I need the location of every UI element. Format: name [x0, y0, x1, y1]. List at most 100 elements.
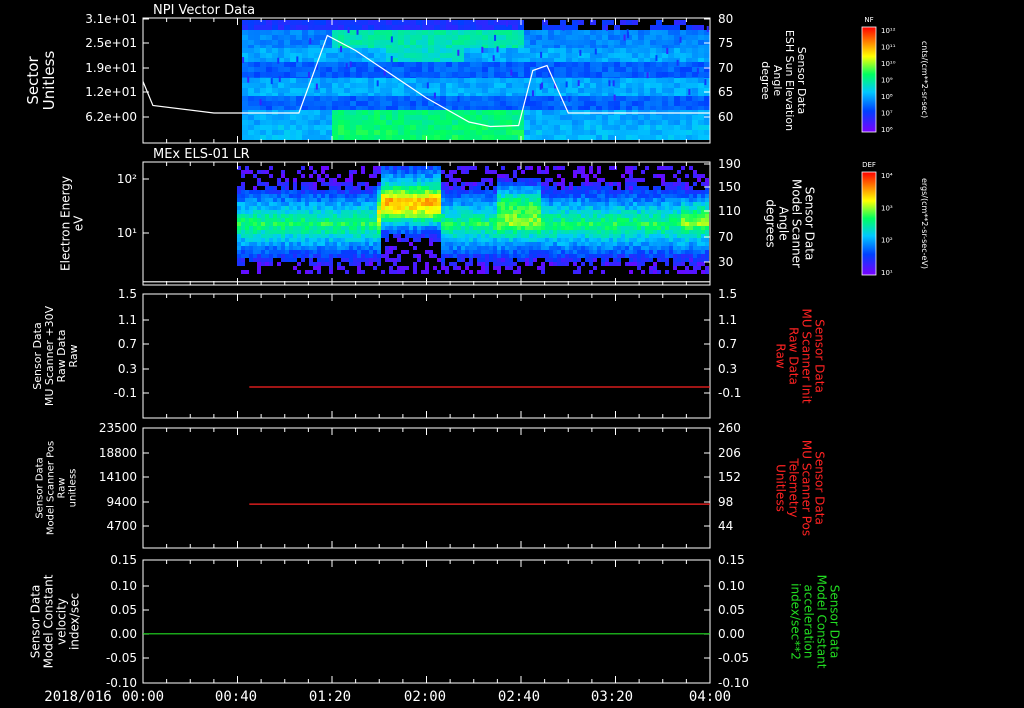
heatmap-cell [265, 190, 269, 194]
heatmap-cell [469, 218, 473, 222]
heatmap-cell [621, 230, 625, 234]
heatmap-cell [584, 48, 590, 53]
heatmap-cell [381, 254, 385, 258]
heatmap-cell [632, 35, 638, 40]
heatmap-cell [464, 88, 470, 93]
heatmap-cell [434, 67, 440, 72]
heatmap-cell [398, 25, 404, 30]
heatmap-cell [329, 218, 333, 222]
heatmap-cell [457, 198, 461, 202]
heatmap-cell [341, 254, 345, 258]
heatmap-cell [393, 170, 397, 174]
heatmap-cell [681, 262, 685, 266]
heatmap-cell [397, 198, 401, 202]
heatmap-cell [321, 242, 325, 246]
heatmap-cell [373, 234, 377, 238]
heatmap-cell [653, 238, 657, 242]
heatmap-cell [242, 83, 248, 88]
heatmap-cell [482, 115, 488, 120]
heatmap-cell [437, 238, 441, 242]
heatmap-cell [577, 230, 581, 234]
heatmap-cell [509, 226, 513, 230]
heatmap-cell [260, 53, 266, 58]
heatmap-cell [536, 115, 542, 120]
heatmap-cell [549, 218, 553, 222]
heatmap-cell [341, 222, 345, 226]
heatmap-cell [517, 234, 521, 238]
heatmap-cell [625, 218, 629, 222]
heatmap-cell [625, 170, 629, 174]
heatmap-cell [566, 62, 572, 67]
heatmap-cell [313, 190, 317, 194]
heatmap-cell [662, 115, 668, 120]
heatmap-cell [637, 222, 641, 226]
y-axis-label-line: MU Scanner Pos [800, 440, 814, 536]
heatmap-cell [401, 170, 405, 174]
heatmap-cell [284, 78, 290, 83]
y-tick-label-right: 260 [718, 421, 741, 435]
heatmap-cell [638, 48, 644, 53]
heatmap-cell [386, 48, 392, 53]
heatmap-cell [572, 67, 578, 72]
heatmap-cell [560, 35, 566, 40]
heatmap-cell [509, 258, 513, 262]
heatmap-cell [308, 67, 314, 72]
heatmap-cell [377, 186, 381, 190]
heatmap-cell [269, 242, 273, 246]
heatmap-cell [293, 250, 297, 254]
heatmap-cell [590, 72, 596, 77]
heatmap-cell [697, 254, 701, 258]
heatmap-cell [657, 198, 661, 202]
heatmap-cell [593, 190, 597, 194]
heatmap-cell [446, 120, 452, 125]
heatmap-cell [530, 125, 536, 130]
heatmap-cell [457, 222, 461, 226]
heatmap-cell [662, 67, 668, 72]
heatmap-cell [237, 254, 241, 258]
heatmap-cell [284, 67, 290, 72]
heatmap-cell [473, 166, 477, 170]
heatmap-cell [476, 135, 482, 140]
heatmap-cell [613, 190, 617, 194]
heatmap-cell [446, 135, 452, 140]
heatmap-cell [476, 30, 482, 35]
heatmap-cell [385, 210, 389, 214]
heatmap-cell [482, 72, 488, 77]
heatmap-cell [453, 210, 457, 214]
heatmap-cell [677, 242, 681, 246]
heatmap-cell [553, 182, 557, 186]
heatmap-cell [257, 218, 261, 222]
heatmap-cell [629, 174, 633, 178]
heatmap-cell [601, 262, 605, 266]
heatmap-cell [441, 182, 445, 186]
heatmap-cell [257, 258, 261, 262]
heatmap-cell [650, 115, 656, 120]
heatmap-cell [569, 258, 573, 262]
heatmap-cell [493, 202, 497, 206]
heatmap-cell [596, 40, 602, 45]
heatmap-cell [698, 135, 704, 140]
heatmap-cell [446, 78, 452, 83]
y-tick-label-left: -0.1 [114, 386, 137, 400]
heatmap-cell [589, 166, 593, 170]
heatmap-cell [505, 266, 509, 270]
heatmap-cell [428, 25, 434, 30]
heatmap-cell [661, 182, 665, 186]
heatmap-cell [266, 62, 272, 67]
heatmap-cell [653, 226, 657, 230]
heatmap-cell [657, 242, 661, 246]
heatmap-cell [325, 246, 329, 250]
heatmap-cell [549, 246, 553, 250]
heatmap-cell [689, 210, 693, 214]
heatmap-cell [553, 218, 557, 222]
heatmap-cell [626, 67, 632, 72]
heatmap-cell [650, 25, 656, 30]
heatmap-cell [338, 25, 344, 30]
heatmap-cell [368, 25, 374, 30]
heatmap-cell [525, 194, 529, 198]
heatmap-cell [332, 83, 338, 88]
heatmap-cell [305, 198, 309, 202]
heatmap-cell [541, 234, 545, 238]
heatmap-cell [425, 270, 429, 274]
heatmap-cell [272, 53, 278, 58]
